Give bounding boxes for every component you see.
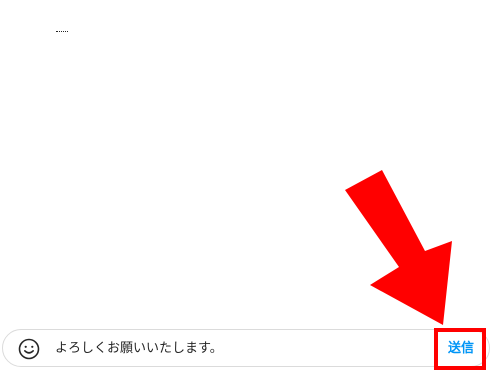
message-composer (2, 329, 490, 367)
send-button[interactable]: 送信 (444, 339, 478, 359)
smiley-face-icon[interactable] (17, 337, 41, 361)
red-arrow-icon (345, 170, 452, 325)
ime-composition-underline (56, 31, 68, 32)
message-input[interactable] (55, 337, 355, 361)
direct-message-screen: 送信 (0, 0, 500, 385)
